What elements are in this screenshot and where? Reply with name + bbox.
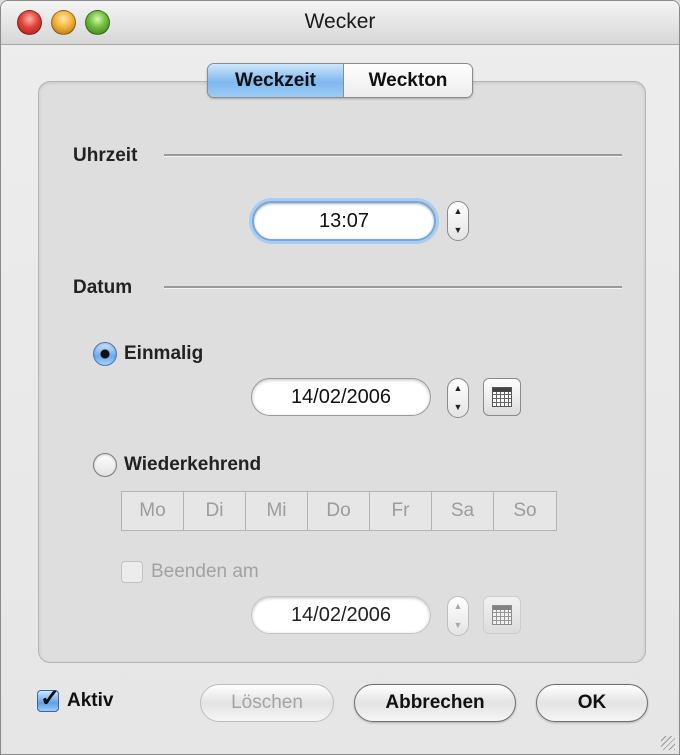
- stepper-up-icon[interactable]: ▲: [454, 602, 463, 611]
- weekday-button-sa[interactable]: Sa: [432, 492, 494, 530]
- weekday-button-mi[interactable]: Mi: [246, 492, 308, 530]
- tab-bar: Weckzeit Weckton: [207, 63, 473, 98]
- once-date-stepper[interactable]: ▲ ▼: [447, 378, 469, 418]
- tab-weckton[interactable]: Weckton: [344, 64, 472, 97]
- end-date-checkbox[interactable]: [121, 561, 143, 583]
- tab-weckzeit[interactable]: Weckzeit: [208, 64, 344, 97]
- calendar-button[interactable]: [483, 378, 521, 416]
- time-section-divider: [164, 154, 622, 157]
- end-date-input[interactable]: 14/02/2006: [251, 596, 431, 634]
- end-date-checkbox-label[interactable]: Beenden am: [151, 561, 259, 583]
- stepper-down-icon[interactable]: ▼: [454, 621, 463, 630]
- active-checkbox[interactable]: ✓: [37, 685, 60, 712]
- once-radio[interactable]: [93, 342, 117, 366]
- stepper-up-icon[interactable]: ▲: [454, 207, 463, 216]
- calendar-icon: [492, 605, 512, 625]
- weekday-button-so[interactable]: So: [494, 492, 556, 530]
- checkmark-icon: ✓: [40, 685, 61, 712]
- weekday-button-fr[interactable]: Fr: [370, 492, 432, 530]
- window-title: Wecker: [304, 10, 376, 33]
- cancel-button[interactable]: Abbrechen: [354, 684, 516, 722]
- calendar-icon: [492, 387, 512, 407]
- time-section-label: Uhrzeit: [73, 145, 138, 166]
- active-checkbox-label[interactable]: Aktiv: [67, 690, 113, 712]
- stepper-down-icon[interactable]: ▼: [454, 403, 463, 412]
- recurring-radio[interactable]: [93, 453, 117, 477]
- weekday-button-mo[interactable]: Mo: [122, 492, 184, 530]
- alarm-window: Wecker Weckzeit Weckton Uhrzeit 13:07 ▲ …: [0, 0, 680, 755]
- recurring-radio-label[interactable]: Wiederkehrend: [124, 454, 261, 476]
- time-input[interactable]: 13:07: [252, 201, 436, 241]
- weekday-button-do[interactable]: Do: [308, 492, 370, 530]
- date-section-divider: [164, 286, 622, 289]
- time-stepper[interactable]: ▲ ▼: [447, 201, 469, 241]
- stepper-down-icon[interactable]: ▼: [454, 226, 463, 235]
- end-calendar-button[interactable]: [483, 596, 521, 634]
- stepper-up-icon[interactable]: ▲: [454, 384, 463, 393]
- resize-grip-icon[interactable]: [661, 736, 675, 750]
- end-date-stepper[interactable]: ▲ ▼: [447, 596, 469, 636]
- title-bar[interactable]: Wecker: [1, 1, 679, 45]
- once-radio-label[interactable]: Einmalig: [124, 343, 203, 365]
- ok-button[interactable]: OK: [536, 684, 648, 722]
- once-date-input[interactable]: 14/02/2006: [251, 378, 431, 416]
- weekday-selector: Mo Di Mi Do Fr Sa So: [121, 491, 557, 531]
- weekday-button-di[interactable]: Di: [184, 492, 246, 530]
- date-section-label: Datum: [73, 277, 133, 298]
- delete-button[interactable]: Löschen: [200, 684, 334, 722]
